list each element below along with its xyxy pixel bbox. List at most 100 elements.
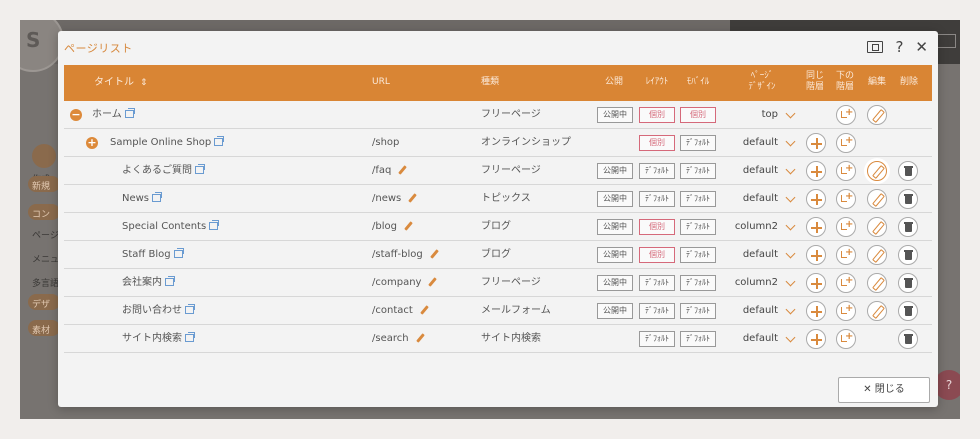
page-design[interactable]: default: [718, 129, 778, 157]
add-lower-level-button[interactable]: [836, 217, 856, 237]
mobile-tag[interactable]: 個別: [680, 107, 716, 123]
pencil-icon[interactable]: [403, 221, 414, 232]
add-same-level-button[interactable]: [806, 245, 826, 265]
page-title-text[interactable]: 会社案内: [122, 277, 162, 288]
add-same-level-button[interactable]: [806, 133, 826, 153]
page-title-text[interactable]: ホーム: [92, 109, 122, 120]
chevron-down-icon[interactable]: [785, 108, 796, 119]
page-design[interactable]: default: [718, 241, 778, 269]
pencil-icon[interactable]: [429, 249, 440, 260]
mobile-tag[interactable]: ﾃﾞﾌｫﾙﾄ: [680, 275, 716, 291]
delete-button[interactable]: [898, 301, 918, 321]
external-link-icon[interactable]: [209, 220, 220, 230]
pencil-icon[interactable]: [397, 165, 408, 176]
delete-button[interactable]: [898, 189, 918, 209]
chevron-down-icon[interactable]: [785, 276, 796, 287]
page-design[interactable]: column2: [718, 269, 778, 297]
mobile-tag[interactable]: ﾃﾞﾌｫﾙﾄ: [680, 191, 716, 207]
chevron-down-icon[interactable]: [785, 192, 796, 203]
delete-button[interactable]: [898, 329, 918, 349]
chevron-down-icon[interactable]: [785, 136, 796, 147]
layout-tag[interactable]: 個別: [639, 107, 675, 123]
add-same-level-button[interactable]: [806, 273, 826, 293]
external-link-icon[interactable]: [152, 192, 163, 202]
layout-tag[interactable]: ﾃﾞﾌｫﾙﾄ: [639, 191, 675, 207]
mobile-tag[interactable]: ﾃﾞﾌｫﾙﾄ: [680, 303, 716, 319]
edit-button[interactable]: [867, 161, 887, 181]
publish-status[interactable]: 公開中: [597, 163, 633, 179]
layout-tag[interactable]: ﾃﾞﾌｫﾙﾄ: [639, 163, 675, 179]
page-title-text[interactable]: Special Contents: [122, 221, 206, 232]
layout-tag[interactable]: 個別: [639, 135, 675, 151]
add-lower-level-button[interactable]: [836, 105, 856, 125]
add-lower-level-button[interactable]: [836, 301, 856, 321]
publish-status[interactable]: 公開中: [597, 275, 633, 291]
external-link-icon[interactable]: [124, 108, 135, 118]
publish-status[interactable]: 公開中: [597, 107, 633, 123]
external-link-icon[interactable]: [165, 276, 175, 286]
film-icon[interactable]: [867, 41, 884, 53]
external-link-icon[interactable]: [185, 332, 195, 342]
add-same-level-button[interactable]: [806, 161, 826, 181]
page-title[interactable]: News: [122, 185, 163, 213]
delete-button[interactable]: [898, 273, 918, 293]
add-same-level-button[interactable]: [806, 217, 826, 237]
page-title[interactable]: サイト内検索: [122, 325, 195, 353]
page-design[interactable]: default: [718, 297, 778, 325]
add-lower-level-button[interactable]: [836, 273, 856, 293]
chevron-down-icon[interactable]: [785, 220, 796, 231]
page-title[interactable]: お問い合わせ: [122, 297, 195, 325]
page-design[interactable]: top: [718, 101, 778, 129]
add-lower-level-button[interactable]: [836, 161, 856, 181]
delete-button[interactable]: [898, 245, 918, 265]
page-title-text[interactable]: Sample Online Shop: [110, 137, 211, 148]
add-lower-level-button[interactable]: [836, 329, 856, 349]
external-link-icon[interactable]: [195, 164, 205, 174]
external-link-icon[interactable]: [214, 136, 225, 146]
mobile-tag[interactable]: ﾃﾞﾌｫﾙﾄ: [680, 135, 716, 151]
page-title[interactable]: ホーム: [92, 101, 135, 129]
page-title-text[interactable]: Staff Blog: [122, 249, 171, 260]
add-lower-level-button[interactable]: [836, 189, 856, 209]
page-title-text[interactable]: よくあるご質問: [122, 165, 192, 176]
close-button[interactable]: ✕ 閉じる: [838, 377, 930, 403]
sort-icon[interactable]: ⇕: [140, 78, 148, 89]
page-design[interactable]: default: [718, 157, 778, 185]
add-same-level-button[interactable]: [806, 301, 826, 321]
pencil-icon[interactable]: [427, 277, 438, 288]
mobile-tag[interactable]: ﾃﾞﾌｫﾙﾄ: [680, 331, 716, 347]
page-title[interactable]: Sample Online Shop: [110, 129, 225, 157]
add-same-level-button[interactable]: [806, 189, 826, 209]
collapse-icon[interactable]: −: [70, 109, 82, 121]
column-title[interactable]: タイトル ⇕: [94, 77, 148, 89]
edit-button[interactable]: [867, 301, 887, 321]
external-link-icon[interactable]: [173, 248, 184, 258]
publish-status[interactable]: 公開中: [597, 247, 633, 263]
add-lower-level-button[interactable]: [836, 245, 856, 265]
page-title-text[interactable]: News: [122, 193, 149, 204]
layout-tag[interactable]: ﾃﾞﾌｫﾙﾄ: [639, 275, 675, 291]
add-lower-level-button[interactable]: [836, 133, 856, 153]
page-design[interactable]: default: [718, 325, 778, 353]
layout-tag[interactable]: 個別: [639, 219, 675, 235]
pencil-icon[interactable]: [407, 193, 418, 204]
publish-status[interactable]: 公開中: [597, 191, 633, 207]
page-title[interactable]: Staff Blog: [122, 241, 184, 269]
page-title[interactable]: 会社案内: [122, 269, 175, 297]
close-icon[interactable]: ✕: [915, 39, 928, 55]
edit-button[interactable]: [867, 217, 887, 237]
layout-tag[interactable]: ﾃﾞﾌｫﾙﾄ: [639, 331, 675, 347]
page-title-text[interactable]: サイト内検索: [122, 333, 182, 344]
pencil-icon[interactable]: [415, 333, 426, 344]
layout-tag[interactable]: 個別: [639, 247, 675, 263]
publish-status[interactable]: 公開中: [597, 219, 633, 235]
page-title-text[interactable]: お問い合わせ: [122, 305, 182, 316]
mobile-tag[interactable]: ﾃﾞﾌｫﾙﾄ: [680, 219, 716, 235]
external-link-icon[interactable]: [185, 304, 195, 314]
mobile-tag[interactable]: ﾃﾞﾌｫﾙﾄ: [680, 163, 716, 179]
chevron-down-icon[interactable]: [785, 332, 796, 343]
layout-tag[interactable]: ﾃﾞﾌｫﾙﾄ: [639, 303, 675, 319]
delete-button[interactable]: [898, 217, 918, 237]
help-icon[interactable]: ?: [895, 39, 903, 55]
page-design[interactable]: column2: [718, 213, 778, 241]
